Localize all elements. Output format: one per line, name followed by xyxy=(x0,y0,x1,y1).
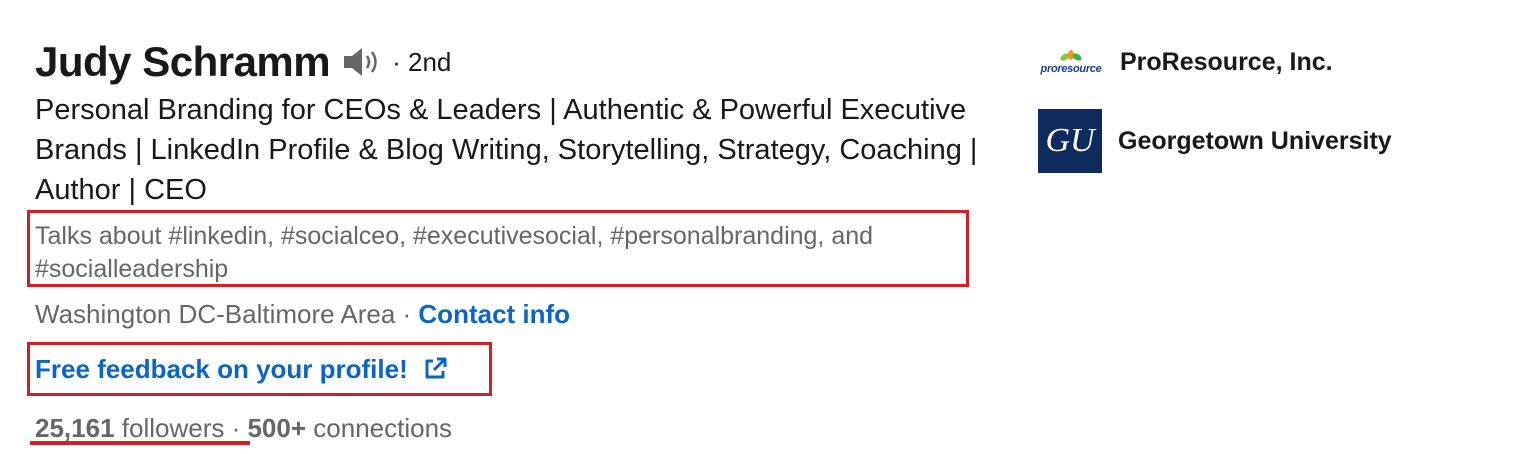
highlight-box-feedback xyxy=(27,342,492,396)
stats-separator: · xyxy=(224,413,248,443)
contact-info-link[interactable]: Contact info xyxy=(418,299,570,329)
location-separator: · xyxy=(395,299,419,329)
highlight-box-talks xyxy=(27,210,969,287)
location-text: Washington DC-Baltimore Area xyxy=(35,299,396,329)
connection-degree: · 2nd xyxy=(392,46,452,77)
proresource-logo-icon: proresource xyxy=(1038,40,1104,84)
followers-label: followers xyxy=(121,413,225,443)
georgetown-logo-icon: GU xyxy=(1038,109,1102,173)
location-row: Washington DC-Baltimore Area · Contact i… xyxy=(35,297,570,331)
speaker-icon[interactable] xyxy=(342,44,382,80)
org-name-proresource: ProResource, Inc. xyxy=(1120,47,1333,76)
connections-label: connections xyxy=(313,413,453,443)
followers-link[interactable]: 25,161 followers xyxy=(35,413,224,443)
followers-count: 25,161 xyxy=(35,413,115,443)
proresource-logo-text: proresource xyxy=(1040,63,1102,75)
leaf-mark-icon xyxy=(1060,50,1082,61)
highlight-underline-followers xyxy=(30,441,250,445)
name-row: Judy Schramm · 2nd xyxy=(35,38,451,86)
org-item-georgetown[interactable]: GU Georgetown University xyxy=(1038,109,1392,173)
connections-count: 500+ xyxy=(247,413,307,443)
org-item-proresource[interactable]: proresource ProResource, Inc. xyxy=(1038,40,1333,84)
profile-headline: Personal Branding for CEOs & Leaders | A… xyxy=(35,94,978,206)
profile-name: Judy Schramm xyxy=(35,38,331,85)
org-name-georgetown: Georgetown University xyxy=(1118,126,1392,155)
network-stats: 25,161 followers · 500+ connections xyxy=(35,411,452,445)
